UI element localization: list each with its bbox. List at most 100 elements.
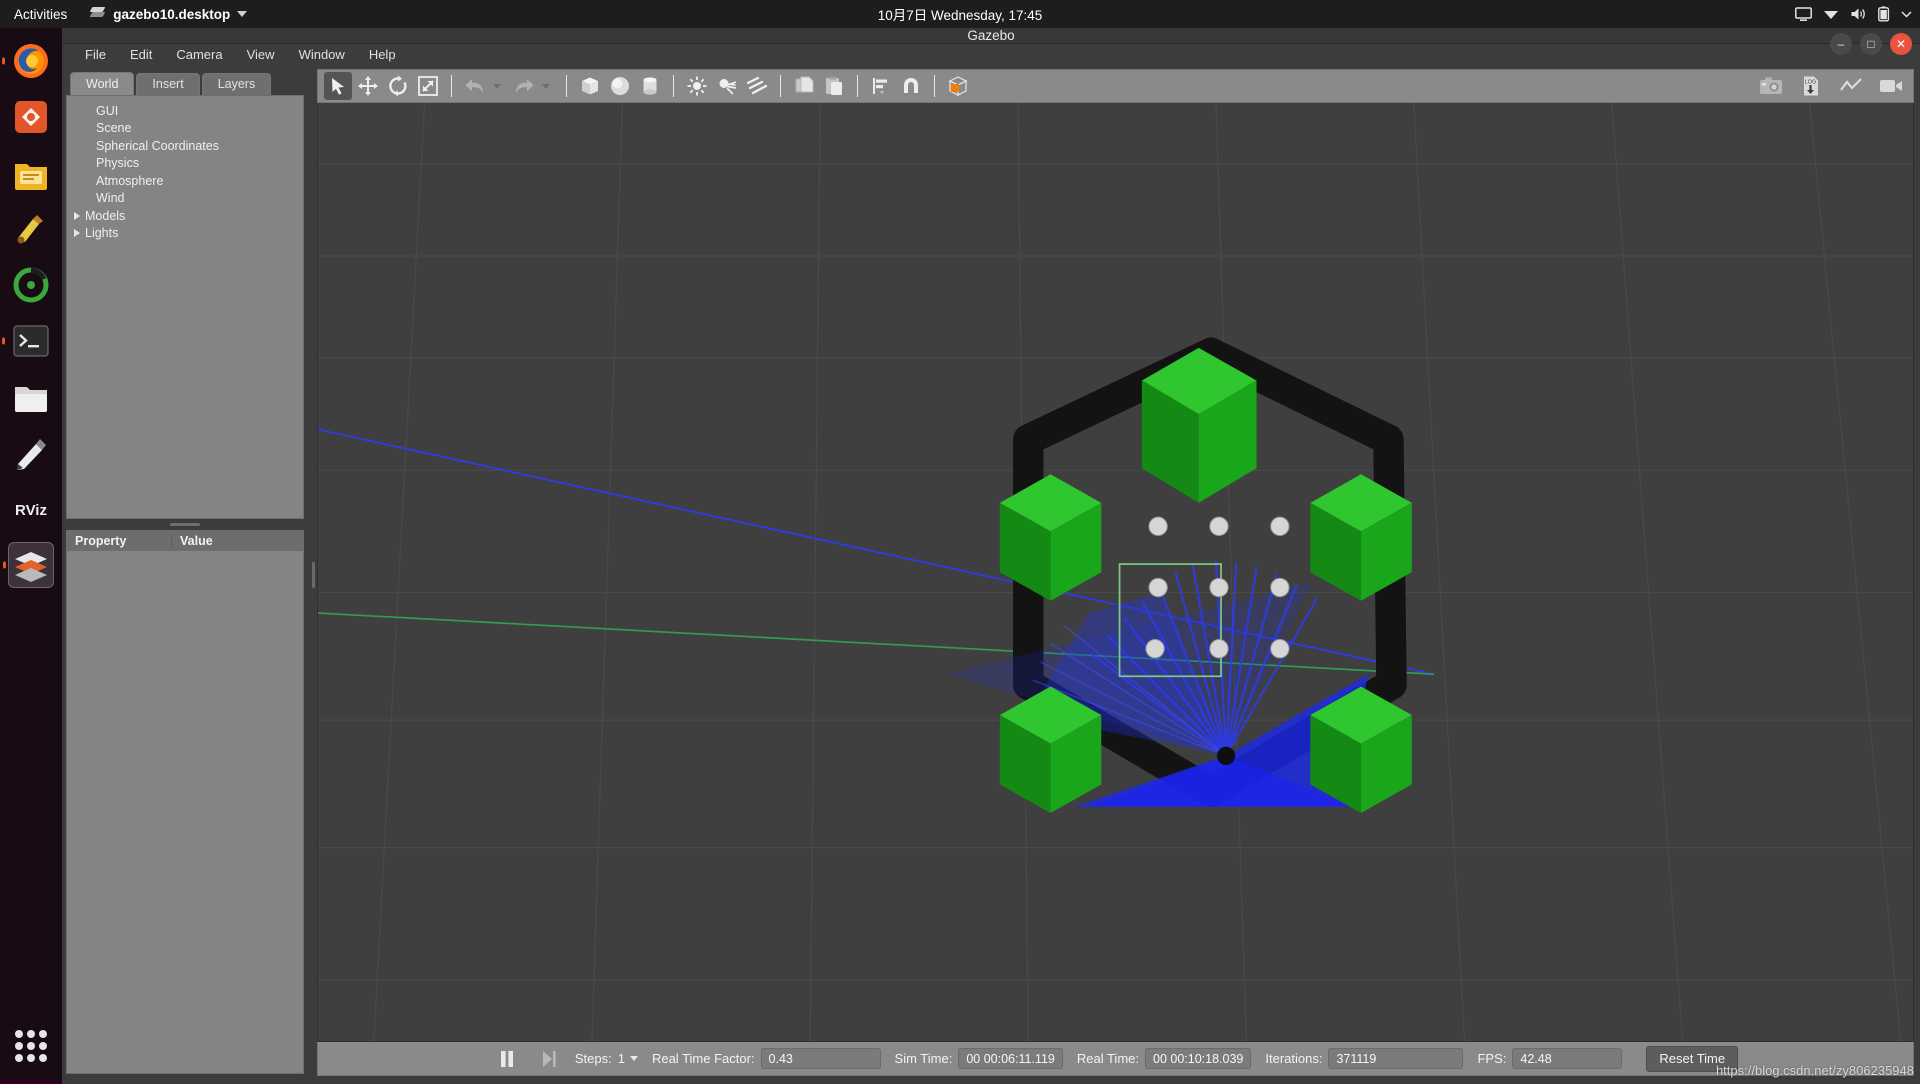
steps-value[interactable]: 1	[618, 1051, 625, 1066]
world-tree[interactable]: GUI Scene Spherical Coordinates Physics …	[66, 95, 304, 519]
log-record-icon[interactable]: LOG	[1797, 72, 1825, 100]
svg-text:LOG: LOG	[1805, 80, 1816, 86]
translate-mode-icon[interactable]	[354, 72, 382, 100]
redo-icon[interactable]	[510, 72, 538, 100]
tree-item-spherical-coordinates[interactable]: Spherical Coordinates	[71, 137, 299, 155]
terminal-icon	[11, 321, 51, 361]
snap-icon[interactable]	[897, 72, 925, 100]
plot-icon[interactable]	[1837, 72, 1865, 100]
rviz-icon: RViz	[10, 489, 52, 529]
main-toolbar: LOG	[317, 69, 1914, 103]
align-icon[interactable]	[867, 72, 895, 100]
dock-item-gazebo[interactable]	[8, 542, 54, 588]
window-titlebar: Gazebo – □ ✕	[62, 28, 1920, 44]
tree-item-gui[interactable]: GUI	[71, 102, 299, 120]
dock-item-terminal[interactable]	[8, 318, 54, 364]
minimize-button[interactable]: –	[1830, 33, 1852, 55]
expand-arrow-icon[interactable]	[74, 212, 80, 220]
iterations-value: 371119	[1328, 1048, 1463, 1069]
render-view[interactable]	[317, 103, 1914, 1042]
dock-item-gitk[interactable]	[8, 262, 54, 308]
git-icon	[11, 265, 51, 305]
clock[interactable]: 10月7日 Wednesday, 17:45	[878, 4, 1043, 24]
cylinder-icon[interactable]	[636, 72, 664, 100]
dock-item-remmina[interactable]	[8, 206, 54, 252]
vertical-splitter[interactable]	[310, 65, 317, 1084]
dock-item-file-manager-yellow[interactable]	[8, 150, 54, 196]
dock-item-rviz[interactable]: RViz	[8, 486, 54, 532]
toolbar-right-group: LOG	[1757, 72, 1905, 100]
tree-item-label: Scene	[96, 121, 131, 135]
tab-layers[interactable]: Layers	[202, 73, 272, 95]
tray-chevron-down-icon	[1901, 10, 1912, 18]
property-table-body[interactable]	[67, 551, 303, 1073]
dock-item-ubuntu-software[interactable]	[8, 94, 54, 140]
expand-arrow-icon[interactable]	[74, 229, 80, 237]
copy-icon[interactable]	[790, 72, 818, 100]
menu-file[interactable]: File	[76, 44, 115, 65]
tree-item-lights[interactable]: Lights	[71, 225, 299, 243]
dock-item-firefox[interactable]	[8, 38, 54, 84]
3d-scene[interactable]	[318, 103, 1913, 1041]
steps-label: Steps:	[575, 1051, 612, 1066]
tree-item-label: Models	[85, 209, 125, 223]
real-time-label: Real Time:	[1077, 1051, 1139, 1066]
gnome-top-bar: Activities gazebo10.desktop 10月7日 Wednes…	[0, 0, 1920, 28]
fps-value: 42.48	[1512, 1048, 1622, 1069]
rotate-mode-icon[interactable]	[384, 72, 412, 100]
tree-item-wind[interactable]: Wind	[71, 190, 299, 208]
video-record-icon[interactable]	[1877, 72, 1905, 100]
tree-item-models[interactable]: Models	[71, 207, 299, 225]
menu-edit[interactable]: Edit	[121, 44, 161, 65]
spot-light-icon[interactable]	[713, 72, 741, 100]
fps-label: FPS:	[1477, 1051, 1506, 1066]
point-light-icon[interactable]	[683, 72, 711, 100]
box-icon[interactable]	[576, 72, 604, 100]
real-time-factor-label: Real Time Factor:	[652, 1051, 755, 1066]
ubuntu-software-icon	[11, 97, 51, 137]
menu-window[interactable]: Window	[290, 44, 354, 65]
app-menu-button[interactable]: gazebo10.desktop	[81, 7, 257, 22]
tab-world[interactable]: World	[70, 72, 134, 95]
steps-dropdown-caret-icon[interactable]	[630, 1056, 638, 1061]
directional-light-icon[interactable]	[743, 72, 771, 100]
step-icon[interactable]	[535, 1045, 563, 1073]
undo-icon[interactable]	[461, 72, 489, 100]
chevron-down-icon	[237, 11, 247, 17]
undo-dropdown-caret-icon[interactable]	[493, 84, 501, 89]
laser-origin	[1217, 747, 1235, 765]
paste-icon[interactable]	[820, 72, 848, 100]
tree-item-atmosphere[interactable]: Atmosphere	[71, 172, 299, 190]
dock-item-nautilus[interactable]	[8, 374, 54, 420]
select-mode-icon[interactable]	[324, 72, 352, 100]
menu-camera[interactable]: Camera	[167, 44, 231, 65]
network-icon	[1823, 8, 1839, 21]
pencil-icon	[11, 433, 51, 473]
battery-icon	[1878, 6, 1890, 22]
view-box-icon[interactable]	[944, 72, 972, 100]
maximize-button[interactable]: □	[1860, 33, 1882, 55]
system-tray[interactable]	[1795, 6, 1912, 22]
pause-icon[interactable]	[493, 1045, 521, 1073]
close-button[interactable]: ✕	[1890, 33, 1912, 55]
dock-item-text-editor[interactable]	[8, 430, 54, 476]
tree-item-label: Wind	[96, 191, 124, 205]
app-menu-label: gazebo10.desktop	[113, 7, 230, 22]
property-table-header: Property Value	[67, 531, 303, 551]
menu-bar: File Edit Camera View Window Help	[62, 44, 1920, 65]
window-title: Gazebo	[967, 28, 1014, 43]
scale-mode-icon[interactable]	[414, 72, 442, 100]
tab-insert[interactable]: Insert	[136, 73, 199, 95]
panel-splitter-handle[interactable]	[66, 519, 304, 530]
show-applications-button[interactable]	[11, 1026, 51, 1066]
gazebo-window: Gazebo – □ ✕ File Edit Camera View Windo…	[62, 28, 1920, 1080]
tree-item-scene[interactable]: Scene	[71, 120, 299, 138]
menu-help[interactable]: Help	[360, 44, 405, 65]
menu-view[interactable]: View	[238, 44, 284, 65]
tree-item-physics[interactable]: Physics	[71, 155, 299, 173]
redo-dropdown-caret-icon[interactable]	[542, 84, 550, 89]
activities-button[interactable]: Activities	[0, 7, 81, 22]
left-panel: World Insert Layers GUI Scene Spherical …	[62, 65, 310, 1084]
screenshot-icon[interactable]	[1757, 72, 1785, 100]
sphere-icon[interactable]	[606, 72, 634, 100]
